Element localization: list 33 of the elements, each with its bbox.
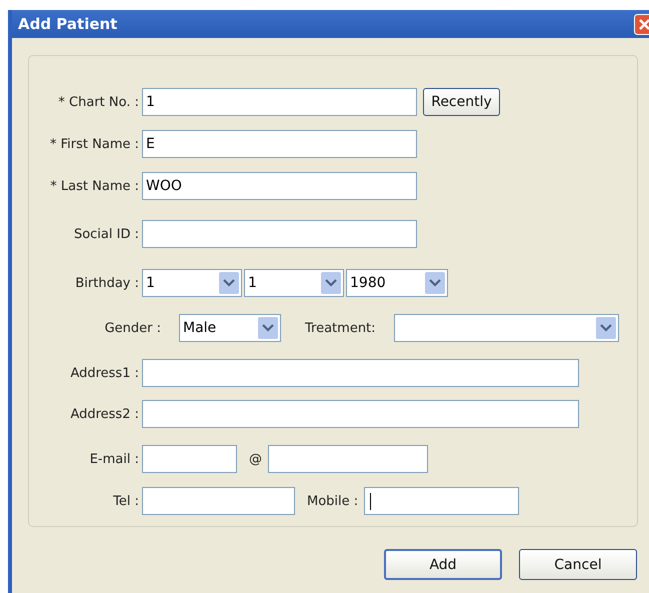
dropdown-field[interactable] [394, 314, 619, 342]
field-label: Social ID : [72, 226, 140, 242]
field-label: Address2 : [69, 406, 140, 422]
input-field[interactable]: E [142, 130, 417, 158]
field-label: * First Name : [49, 136, 140, 152]
input-field[interactable] [142, 220, 417, 248]
input-field[interactable]: 1 [142, 88, 417, 116]
input-field[interactable] [142, 400, 579, 428]
input-field[interactable] [364, 487, 520, 515]
dropdown-field[interactable]: 1 [244, 269, 344, 297]
field-label: Birthday : [74, 276, 140, 290]
field-label: Gender : [104, 320, 162, 336]
input-field[interactable] [142, 445, 237, 473]
field-label: Mobile : [306, 494, 360, 508]
dropdown-field[interactable]: 1980 [346, 269, 448, 297]
field-label: Tel : [112, 494, 140, 508]
recently-button[interactable]: Recently [423, 88, 500, 116]
field-label: @ [248, 452, 263, 466]
dialog-button[interactable]: Add [384, 549, 502, 580]
close-icon[interactable] [634, 14, 649, 34]
input-field[interactable] [142, 487, 295, 515]
dialog-button[interactable]: Cancel [519, 549, 637, 580]
input-field[interactable]: WOO [142, 172, 417, 200]
input-field[interactable] [142, 359, 579, 387]
dropdown-field[interactable]: 1 [142, 269, 242, 297]
field-label: * Last Name : [49, 178, 140, 194]
window-title: Add Patient [18, 15, 118, 33]
field-label: E-mail : [88, 452, 140, 466]
field-label: Treatment: [304, 320, 377, 336]
field-label: * Chart No. : [57, 94, 140, 110]
input-field[interactable] [268, 445, 428, 473]
field-label: Address1 : [69, 366, 140, 380]
dropdown-field[interactable]: Male [179, 314, 281, 342]
